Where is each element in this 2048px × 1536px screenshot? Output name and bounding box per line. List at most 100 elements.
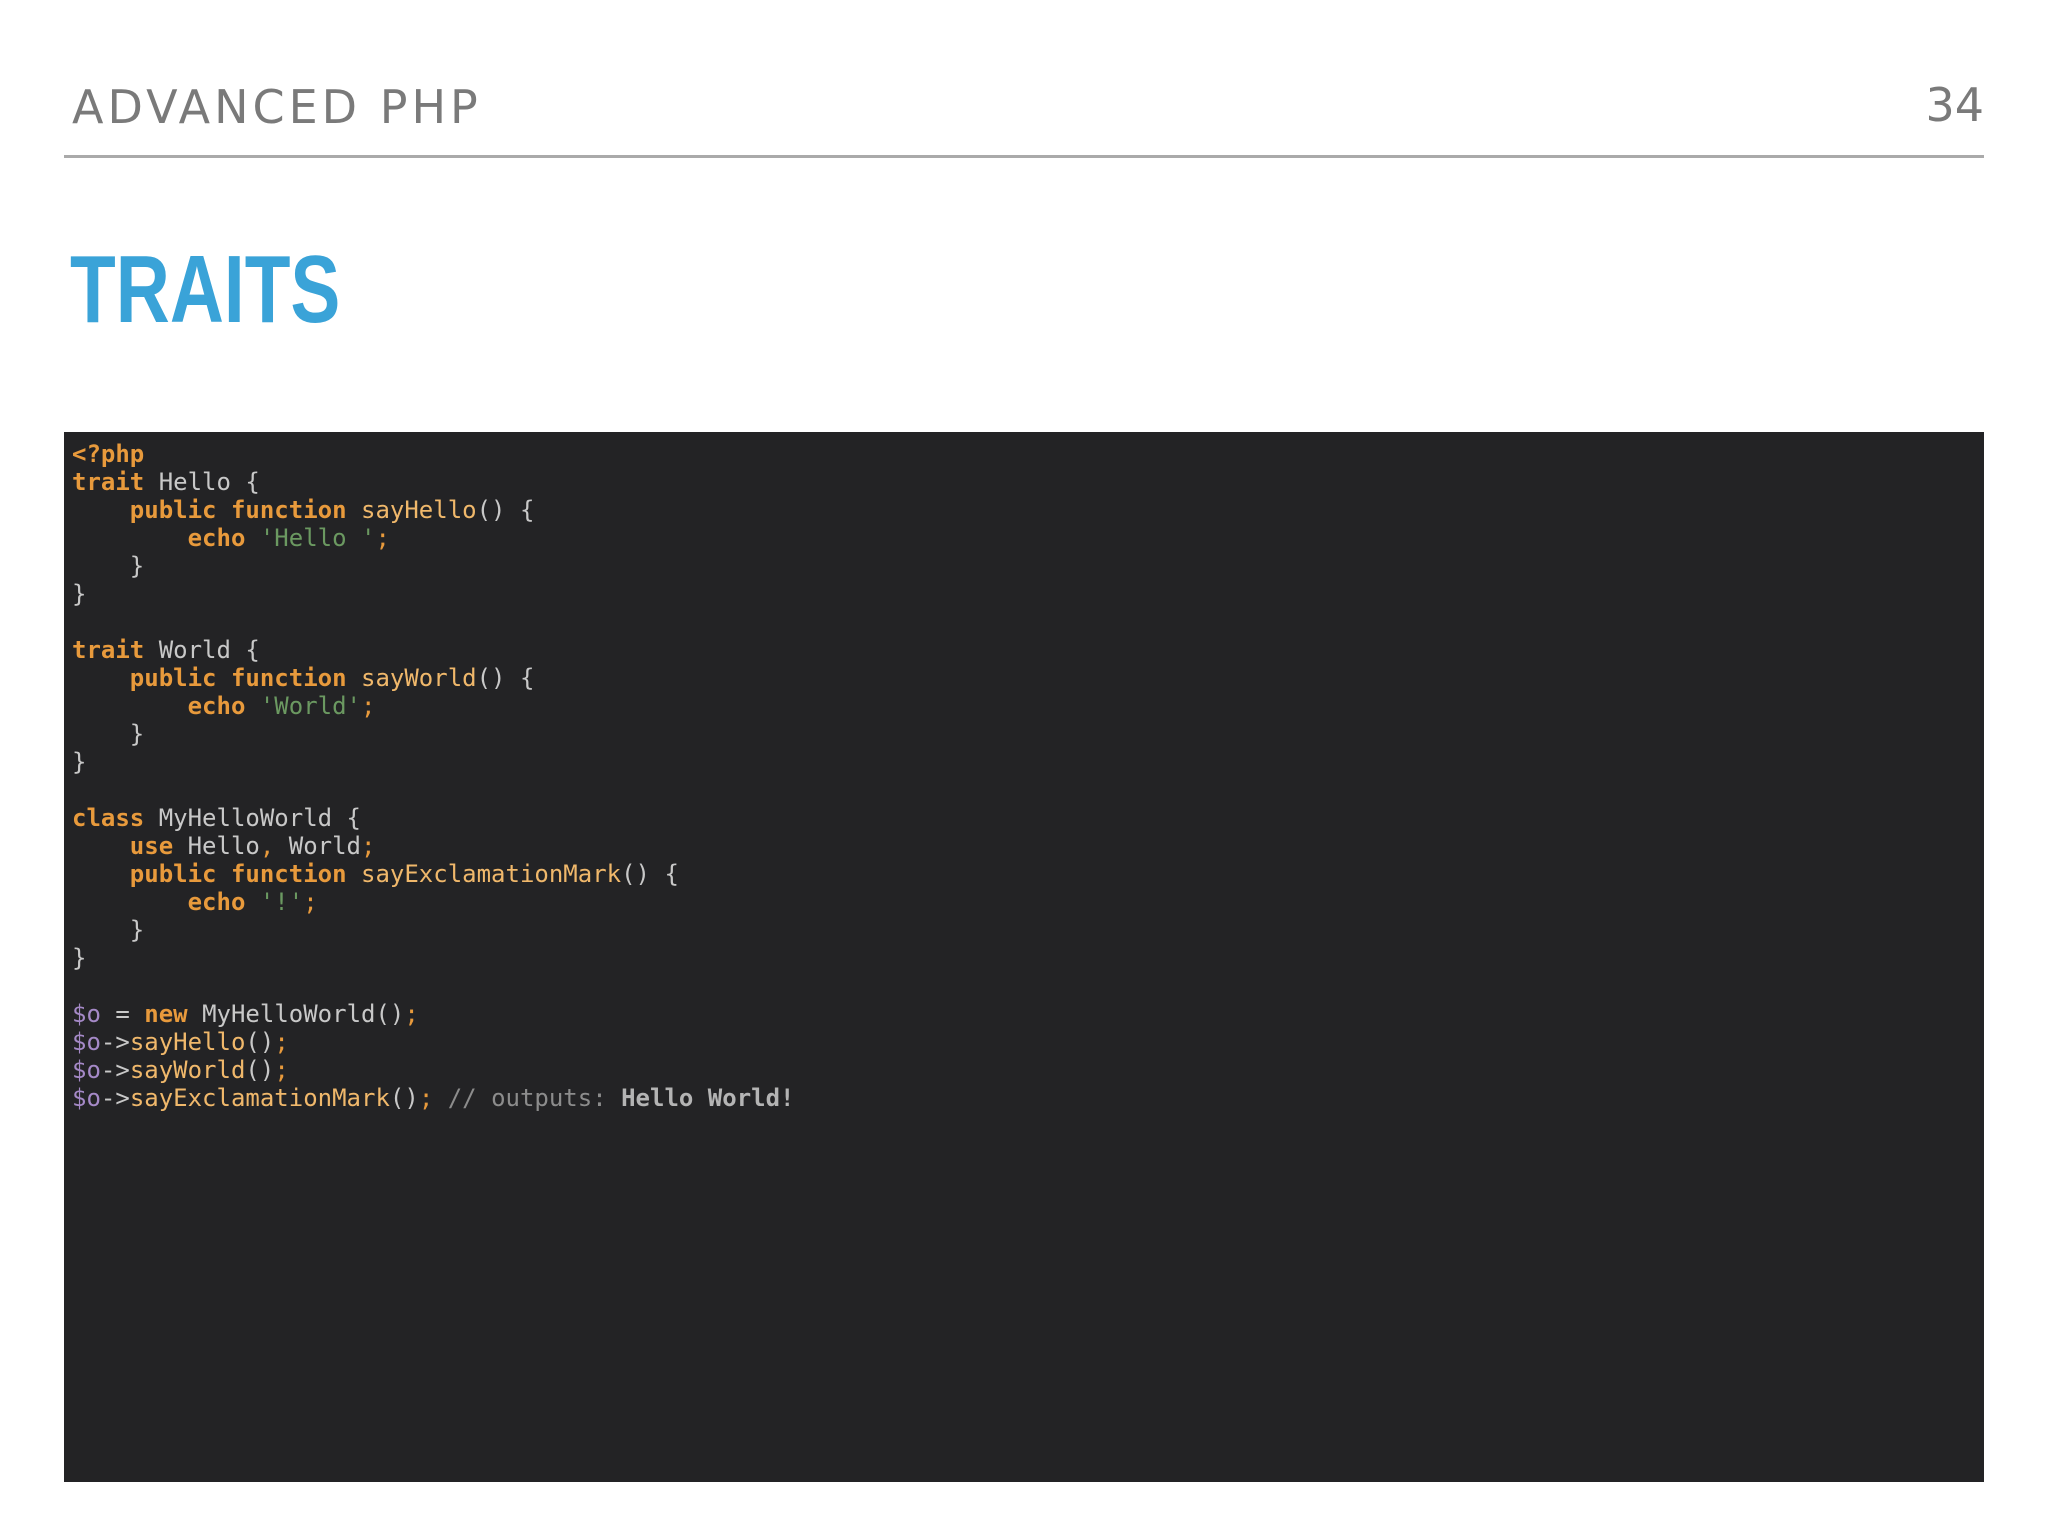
code-line: $o->sayExclamationMark(); // outputs: He… xyxy=(72,1084,1984,1112)
code-token: $o xyxy=(72,1000,101,1028)
code-token: } xyxy=(72,916,145,944)
code-line: echo '!'; xyxy=(72,888,1984,916)
page-number: 34 xyxy=(1925,78,1984,132)
code-line: $o->sayHello(); xyxy=(72,1028,1984,1056)
code-token: sayHello xyxy=(129,1028,246,1056)
code-line: use Hello, World; xyxy=(72,832,1984,860)
code-token: } xyxy=(72,748,87,776)
code-token: public xyxy=(129,860,217,888)
code-token: <?php xyxy=(72,440,145,468)
code-line: <?php xyxy=(72,440,1984,468)
code-token: () xyxy=(245,1056,275,1084)
code-token: = xyxy=(100,1000,145,1028)
code-token: 'World' xyxy=(259,692,361,720)
code-token: } xyxy=(72,580,87,608)
code-token: ; xyxy=(303,888,318,916)
code-token: sayWorld xyxy=(361,664,477,692)
code-token: trait xyxy=(72,468,145,496)
code-token: ; xyxy=(274,1028,289,1056)
code-token: -> xyxy=(100,1056,130,1084)
code-token: World xyxy=(274,832,362,860)
code-line: class MyHelloWorld { xyxy=(72,804,1984,832)
code-token: 'Hello ' xyxy=(259,524,376,552)
code-token: '!' xyxy=(259,888,304,916)
code-listing: <?php trait Hello { public function sayHe… xyxy=(64,432,1984,1112)
code-line: public function sayExclamationMark() { xyxy=(72,860,1984,888)
slide-title: TRAITS xyxy=(70,236,341,343)
code-token: function xyxy=(230,664,347,692)
code-line: } xyxy=(72,552,1984,580)
code-token: ; xyxy=(404,1000,419,1028)
code-token: use xyxy=(129,832,174,860)
code-token: echo xyxy=(187,524,246,552)
code-line: trait Hello { xyxy=(72,468,1984,496)
code-token: function xyxy=(230,860,347,888)
code-line: } xyxy=(72,720,1984,748)
code-token: function xyxy=(230,496,347,524)
code-token: new xyxy=(144,1000,188,1028)
code-line: public function sayHello() { xyxy=(72,496,1984,524)
code-token: sayExclamationMark xyxy=(129,1084,390,1112)
code-line: trait World { xyxy=(72,636,1984,664)
code-line: } xyxy=(72,580,1984,608)
code-token: , xyxy=(259,832,275,860)
code-token: } xyxy=(72,552,145,580)
code-line: } xyxy=(72,916,1984,944)
code-token: sayHello xyxy=(361,496,477,524)
code-line: echo 'Hello '; xyxy=(72,524,1984,552)
code-token: $o xyxy=(72,1028,101,1056)
code-token: } xyxy=(72,944,87,972)
code-token: ; xyxy=(361,692,376,720)
code-token: $o xyxy=(72,1056,101,1084)
code-token: () xyxy=(245,1028,275,1056)
code-token: -> xyxy=(100,1028,130,1056)
code-token: echo xyxy=(187,692,246,720)
code-token: MyHelloWorld() xyxy=(187,1000,405,1028)
code-line: $o->sayWorld(); xyxy=(72,1056,1984,1084)
code-line: public function sayWorld() { xyxy=(72,664,1984,692)
code-token: sayWorld xyxy=(129,1056,246,1084)
code-token: () { xyxy=(476,496,535,524)
code-token: ; xyxy=(375,524,390,552)
code-token: MyHelloWorld { xyxy=(144,804,361,832)
code-token: () { xyxy=(621,860,679,888)
code-token: Hello { xyxy=(144,468,260,496)
code-token: } xyxy=(72,720,145,748)
code-line: } xyxy=(72,944,1984,972)
code-comment-output: Hello World! xyxy=(621,1084,795,1112)
code-token: -> xyxy=(100,1084,130,1112)
code-token: public xyxy=(129,496,217,524)
code-comment: // outputs: xyxy=(433,1084,622,1112)
code-token: public xyxy=(129,664,217,692)
code-token: $o xyxy=(72,1084,101,1112)
code-line: echo 'World'; xyxy=(72,692,1984,720)
code-token: class xyxy=(72,804,145,832)
code-token: trait xyxy=(72,636,145,664)
code-line: } xyxy=(72,748,1984,776)
code-token: echo xyxy=(187,888,246,916)
code-token: ; xyxy=(361,832,376,860)
code-token: World { xyxy=(144,636,260,664)
code-token: Hello xyxy=(173,832,260,860)
code-token: ; xyxy=(274,1056,289,1084)
code-token: () { xyxy=(476,664,535,692)
slide-header: ADVANCED PHP xyxy=(72,80,482,134)
